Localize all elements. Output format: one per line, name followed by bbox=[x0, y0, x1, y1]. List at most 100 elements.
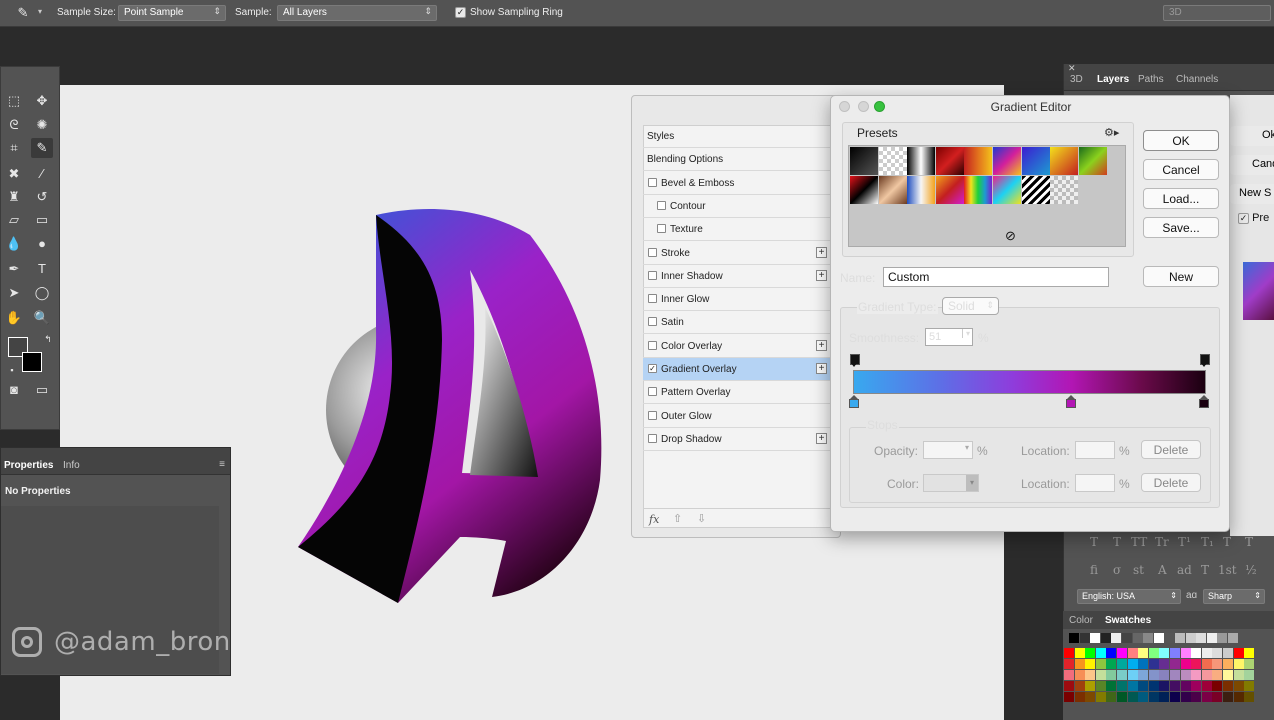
color-swatch[interactable] bbox=[1159, 681, 1170, 691]
color-swatch[interactable] bbox=[1191, 659, 1202, 669]
color-swatch[interactable] bbox=[1138, 670, 1149, 680]
add-effect-icon[interactable]: + bbox=[816, 363, 827, 374]
color-swatch[interactable] bbox=[1244, 659, 1255, 669]
pen-tool-icon[interactable]: ✒ bbox=[3, 259, 25, 279]
gradient-preset-swatch[interactable] bbox=[878, 176, 907, 204]
color-swatch[interactable] bbox=[1175, 633, 1185, 643]
gradient-preset-swatch[interactable] bbox=[1050, 147, 1079, 175]
gradient-type-select[interactable]: Solid ⇕ bbox=[942, 297, 999, 315]
color-swatch[interactable] bbox=[1223, 648, 1233, 658]
antialias-select[interactable]: Sharp ⇕ bbox=[1203, 589, 1265, 604]
color-swatch[interactable] bbox=[1148, 681, 1159, 691]
crop-tool-icon[interactable]: ⌗ bbox=[3, 138, 25, 158]
layer-style-item[interactable]: Stroke + bbox=[643, 242, 831, 265]
color-swatch[interactable] bbox=[1170, 681, 1180, 691]
style-checkbox[interactable] bbox=[648, 340, 657, 350]
gradient-preset-swatch[interactable] bbox=[1021, 147, 1050, 175]
healing-tool-icon[interactable]: ✖ bbox=[3, 164, 25, 184]
eyedropper-tool-icon[interactable]: ✎ bbox=[31, 138, 53, 158]
color-swatch[interactable] bbox=[1180, 670, 1191, 680]
add-effect-icon[interactable]: + bbox=[816, 339, 827, 351]
opacity-stop-left[interactable] bbox=[850, 354, 860, 367]
style-checkbox[interactable] bbox=[657, 224, 666, 234]
gradient-bar[interactable] bbox=[853, 370, 1206, 394]
tab-info[interactable]: Info bbox=[63, 460, 80, 471]
gradient-preset-swatch[interactable] bbox=[1021, 176, 1050, 204]
color-swatch[interactable] bbox=[1233, 681, 1244, 691]
color-swatch[interactable] bbox=[1170, 648, 1180, 658]
color-swatch[interactable] bbox=[1106, 681, 1117, 691]
color-swatch[interactable] bbox=[1180, 648, 1191, 658]
color-swatch[interactable] bbox=[1064, 659, 1074, 669]
color-swatch[interactable] bbox=[1064, 681, 1074, 691]
marquee-tool-icon[interactable]: ⬚ bbox=[3, 91, 25, 111]
color-swatch[interactable] bbox=[1217, 633, 1228, 643]
swap-colors-icon[interactable]: ↰ bbox=[37, 329, 59, 349]
color-swatch[interactable] bbox=[1074, 681, 1085, 691]
color-swatch[interactable] bbox=[1064, 692, 1074, 702]
presets-grid[interactable] bbox=[848, 145, 1126, 247]
close-panel-icon[interactable]: ✕ bbox=[1068, 63, 1076, 74]
gradient-preset-swatch[interactable] bbox=[964, 147, 993, 175]
color-swatch-picker[interactable]: ▾ bbox=[923, 474, 979, 492]
color-swatch[interactable] bbox=[1206, 633, 1217, 643]
delete-opacity-stop-button[interactable]: Delete bbox=[1141, 440, 1201, 459]
gradient-preset-swatch[interactable] bbox=[907, 147, 936, 175]
move-up-icon[interactable]: ⇧ bbox=[673, 512, 682, 525]
color-swatch[interactable] bbox=[1212, 692, 1223, 702]
ellipse-tool-icon[interactable]: ◯ bbox=[31, 283, 53, 303]
color-swatch[interactable] bbox=[1074, 659, 1085, 669]
style-checkbox[interactable] bbox=[648, 387, 657, 397]
style-checkbox[interactable] bbox=[648, 177, 657, 187]
color-swatch[interactable] bbox=[1122, 633, 1132, 643]
color-swatch[interactable] bbox=[1233, 659, 1244, 669]
color-swatch[interactable] bbox=[1074, 692, 1085, 702]
color-swatch[interactable] bbox=[1064, 648, 1074, 658]
color-swatch[interactable] bbox=[1164, 633, 1175, 643]
layer-style-item[interactable]: Satin bbox=[643, 311, 831, 335]
layer-style-item[interactable]: Drop Shadow + bbox=[643, 428, 831, 451]
gradient-preset-swatch[interactable] bbox=[993, 147, 1021, 175]
layer-style-item[interactable]: Bevel & Emboss bbox=[643, 172, 831, 195]
tab-channels[interactable]: Channels bbox=[1176, 74, 1218, 85]
style-checkbox[interactable]: ✓ bbox=[648, 364, 657, 373]
blur-tool-icon[interactable]: 💧 bbox=[3, 234, 25, 254]
gradient-preset-swatch[interactable] bbox=[850, 147, 878, 175]
color-swatch[interactable] bbox=[1132, 633, 1143, 643]
language-select[interactable]: English: USA ⇕ bbox=[1077, 589, 1181, 604]
zoom-tool-icon[interactable]: 🔍 bbox=[31, 308, 53, 328]
tab-properties[interactable]: Properties bbox=[4, 460, 53, 471]
gradient-preset-swatch[interactable] bbox=[993, 176, 1021, 204]
smoothness-dropdown-icon[interactable]: ▾ bbox=[961, 329, 970, 338]
color-swatch[interactable] bbox=[1223, 692, 1233, 702]
color-swatch[interactable] bbox=[1170, 692, 1180, 702]
color-swatch[interactable] bbox=[1106, 692, 1117, 702]
all-caps-button[interactable]: TT bbox=[1131, 535, 1147, 549]
color-swatch[interactable] bbox=[1244, 670, 1255, 680]
tab-layers[interactable]: Layers bbox=[1097, 74, 1129, 85]
color-swatch[interactable] bbox=[1095, 648, 1106, 658]
style-checkbox[interactable] bbox=[648, 317, 657, 327]
color-swatch[interactable] bbox=[1085, 670, 1096, 680]
quick-mask-icon[interactable]: ◙ bbox=[3, 380, 25, 400]
brush-tool-icon[interactable]: ∕ bbox=[31, 164, 53, 184]
gradient-preset-swatch[interactable] bbox=[1050, 176, 1079, 204]
color-swatch[interactable] bbox=[1180, 681, 1191, 691]
color-swatch[interactable] bbox=[1180, 659, 1191, 669]
save-button[interactable]: Save... bbox=[1143, 217, 1219, 238]
style-checkbox[interactable] bbox=[648, 410, 657, 420]
color-stop[interactable] bbox=[849, 395, 859, 409]
color-swatch[interactable] bbox=[1201, 659, 1212, 669]
eyedropper-tool-icon[interactable]: ✎ bbox=[12, 3, 34, 23]
swash-button[interactable]: A bbox=[1158, 563, 1167, 577]
color-swatch[interactable] bbox=[1201, 692, 1212, 702]
color-swatch[interactable] bbox=[1159, 670, 1170, 680]
layer-style-item[interactable]: Inner Shadow + bbox=[643, 265, 831, 288]
add-effect-icon[interactable]: + bbox=[816, 246, 827, 258]
fractions-button[interactable]: ½ bbox=[1245, 563, 1257, 577]
color-stop[interactable] bbox=[1199, 395, 1209, 409]
hand-tool-icon[interactable]: ✋ bbox=[3, 308, 25, 328]
color-swatch[interactable] bbox=[1085, 692, 1096, 702]
layer-style-ok-button[interactable]: Ok bbox=[1230, 126, 1274, 146]
layer-style-cancel-button[interactable]: Cand bbox=[1230, 155, 1274, 175]
